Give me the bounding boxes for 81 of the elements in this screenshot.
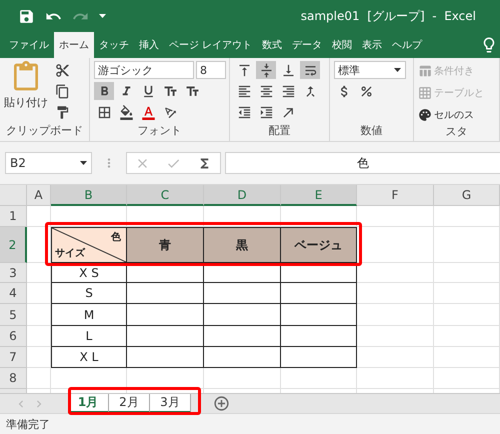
number-format-field[interactable]: 標準 — [334, 61, 406, 79]
table-cell: M — [51, 304, 127, 326]
row-header[interactable]: 7 — [0, 347, 27, 368]
ribbon-tab[interactable]: ページ レイアウト — [164, 32, 258, 58]
ribbon-tab[interactable]: ヘルプ — [387, 32, 428, 58]
bold-button[interactable] — [94, 82, 114, 100]
cut-icon — [54, 62, 70, 78]
phonetic-icon — [162, 104, 178, 120]
column-header[interactable]: E — [281, 185, 357, 206]
align-center-icon — [258, 84, 274, 98]
window-title: sample01 [グループ] - Excel — [300, 8, 476, 24]
row-header[interactable]: 5 — [0, 304, 27, 326]
group-label: フォント — [136, 123, 182, 139]
shrink-font-icon — [184, 84, 200, 98]
column-header[interactable]: A — [27, 185, 51, 206]
dropdown-icon — [394, 68, 401, 72]
column-header[interactable]: C — [127, 185, 204, 206]
ribbon-tab[interactable]: ファイル — [4, 32, 54, 58]
ribbon-tab[interactable]: タッチ — [94, 32, 134, 58]
table-cell: X L — [51, 347, 127, 368]
column-header[interactable]: D — [204, 185, 281, 206]
save-icon — [18, 8, 35, 24]
ribbon-tab[interactable]: データ — [287, 32, 328, 58]
font-color-icon — [140, 104, 156, 120]
bottom-align-icon — [280, 62, 296, 78]
font-size-field[interactable]: 8 — [196, 61, 226, 79]
group-label: クリップボード — [5, 123, 84, 139]
wrap-text-button[interactable] — [300, 61, 320, 79]
font-name-field[interactable]: 游ゴシック — [94, 61, 194, 79]
indent-increase-icon — [258, 104, 274, 120]
sheet-tab[interactable]: 3月 — [150, 394, 191, 413]
align-right-icon — [280, 84, 296, 98]
top-align-icon — [236, 62, 252, 78]
ribbon-tab[interactable]: ホーム — [54, 32, 94, 58]
dropdown-icon — [99, 14, 106, 18]
align-left-icon — [236, 84, 252, 98]
table-cell: S — [51, 283, 127, 304]
ribbon-tab[interactable]: 挿入 — [134, 32, 164, 58]
group-label: 数値 — [360, 123, 384, 139]
row-header[interactable]: 3 — [0, 263, 27, 283]
row-header[interactable]: 1 — [0, 206, 27, 227]
sheet-tab[interactable]: 2月 — [109, 394, 150, 413]
percent-icon — [358, 84, 374, 98]
table-grid-icon — [418, 86, 432, 100]
middle-align-icon — [258, 62, 274, 78]
name-box[interactable]: B2 — [5, 152, 92, 174]
copy-icon — [54, 84, 70, 98]
grow-font-icon — [162, 84, 178, 98]
row-header[interactable]: 6 — [0, 326, 27, 347]
formula-field[interactable]: 色 — [225, 152, 500, 174]
borders-icon — [96, 104, 112, 120]
column-header[interactable]: G — [434, 185, 500, 206]
group-label: スタ — [444, 124, 468, 140]
style-menu-button[interactable]: セルのス — [418, 105, 484, 124]
fill-color-icon — [118, 104, 134, 120]
row-header[interactable]: 8 — [0, 368, 27, 389]
row-axis-label: サイズ — [55, 246, 85, 260]
ribbon-tab[interactable]: 表示 — [357, 32, 388, 58]
column-axis-label: 色 — [111, 230, 121, 244]
ribbon-tab[interactable]: 校閲 — [327, 32, 358, 58]
row-header[interactable]: 2 — [0, 227, 27, 263]
add-sheet-button[interactable] — [213, 394, 230, 413]
group-label: 配置 — [268, 123, 292, 139]
table-cell: ベージュ — [281, 227, 357, 263]
indent-decrease-icon — [236, 104, 252, 120]
save-button[interactable] — [18, 8, 35, 24]
add-icon — [213, 395, 230, 412]
format-painter-icon — [54, 104, 70, 120]
row-header[interactable]: 4 — [0, 283, 27, 304]
table-cell: 青 — [127, 227, 204, 263]
conditional-format-icon — [418, 64, 432, 78]
table-cell: 黒 — [204, 227, 281, 263]
column-header[interactable]: F — [357, 185, 434, 206]
ribbon-tab[interactable]: 数式 — [257, 32, 288, 58]
palette-icon — [418, 108, 432, 122]
dropdown-icon — [80, 161, 87, 165]
middle-align-button[interactable] — [256, 61, 276, 79]
column-header[interactable]: B — [51, 185, 127, 206]
status-text: 準備完了 — [0, 413, 500, 434]
table-cell: L — [51, 326, 127, 347]
paste-button[interactable]: 貼り付け — [4, 61, 48, 123]
